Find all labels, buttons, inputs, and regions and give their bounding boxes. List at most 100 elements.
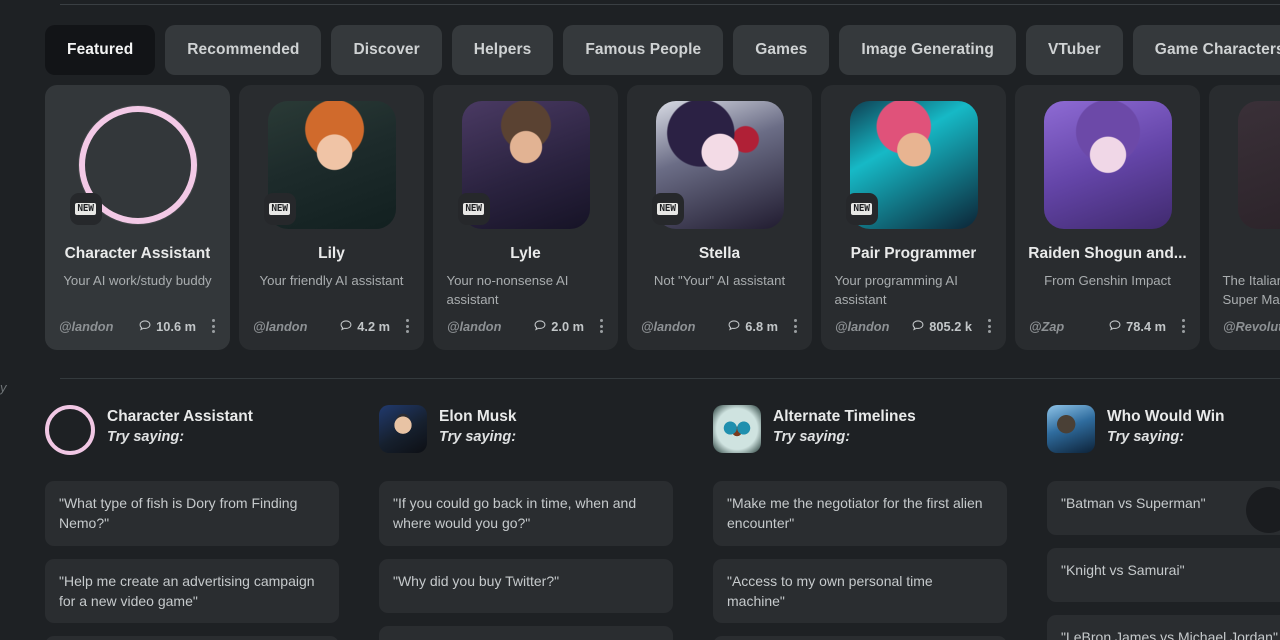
card-title: Character Assistant bbox=[64, 245, 211, 262]
card-chat-count: 6.8 m bbox=[745, 318, 778, 334]
card-chat-stats: 805.2 k bbox=[911, 318, 996, 334]
chat-bubble-icon bbox=[139, 320, 151, 331]
character-card[interactable]: SM64The Italian plumber from Super Mario… bbox=[1209, 85, 1280, 350]
card-author[interactable]: @landon bbox=[59, 319, 113, 334]
category-tab[interactable]: VTuber bbox=[1025, 25, 1123, 75]
avatar bbox=[1043, 101, 1172, 229]
card-chat-count: 78.4 m bbox=[1126, 318, 1166, 334]
suggestion-prompt[interactable]: "Access to my own personal time machine" bbox=[713, 558, 1007, 624]
suggestion-list: "Make me the negotiator for the first al… bbox=[713, 481, 1007, 640]
category-tab[interactable]: Recommended bbox=[165, 25, 322, 75]
card-menu-button[interactable] bbox=[788, 318, 802, 334]
character-card[interactable]: NEW Character Assistant Your AI work/study… bbox=[45, 85, 230, 350]
card-footer: @landon 805.2 k bbox=[835, 318, 996, 334]
suggestion-columns: Character Assistant Try saying: "What type… bbox=[45, 405, 1280, 640]
edge-clipped-text: y bbox=[0, 380, 7, 395]
category-tab[interactable]: Helpers bbox=[451, 25, 554, 75]
suggestion-prompt[interactable]: "What type of fish is Dory from Finding … bbox=[45, 481, 339, 546]
character-card[interactable]: NEW Pair Programmer Your programming AI as… bbox=[821, 85, 1006, 350]
suggestion-meta: Who Would Win Try saying: bbox=[1107, 405, 1225, 445]
suggestion-prompt[interactable]: "Knight vs Samurai" bbox=[1047, 548, 1280, 602]
card-avatar-wrap bbox=[1237, 101, 1280, 229]
card-chat-stats: 4.2 m bbox=[339, 318, 414, 334]
suggestion-list: "Batman vs Superman" "Knight vs Samurai" "… bbox=[1047, 481, 1280, 640]
card-footer: @landon 2.0 m bbox=[447, 318, 608, 334]
suggestion-avatar[interactable] bbox=[713, 405, 761, 453]
suggestion-prompt[interactable]: "Help me create an advertising campaign … bbox=[45, 558, 339, 624]
suggestion-header: Elon Musk Try saying: bbox=[379, 405, 673, 465]
card-title: Stella bbox=[698, 245, 741, 262]
card-author[interactable]: @landon bbox=[253, 319, 307, 334]
card-chat-stats: 2.0 m bbox=[533, 318, 608, 334]
card-avatar-wrap: NEW bbox=[845, 101, 978, 229]
card-author[interactable]: @landon bbox=[641, 319, 695, 334]
card-avatar-wrap: NEW bbox=[69, 101, 202, 229]
character-card[interactable]: NEW Stella Not "Your" AI assistant @landon 6… bbox=[627, 85, 812, 350]
featured-card-strip: NEW Character Assistant Your AI work/study… bbox=[45, 85, 1280, 350]
suggestion-header: Who Would Win Try saying: bbox=[1047, 405, 1280, 465]
suggestion-avatar[interactable] bbox=[45, 405, 95, 455]
category-tab[interactable]: Image Generating bbox=[839, 25, 1016, 75]
suggestion-character-name: Alternate Timelines bbox=[773, 408, 916, 425]
category-tab-label: Image Generating bbox=[861, 41, 994, 58]
suggestion-prompt[interactable]: "If you could go back in time, when and … bbox=[379, 481, 673, 546]
character-card[interactable]: NEW Lily Your friendly AI assistant @landon… bbox=[239, 85, 424, 350]
new-badge-label: NEW bbox=[75, 203, 96, 215]
card-title: Raiden Shogun and... bbox=[1028, 245, 1187, 262]
card-avatar-wrap: NEW bbox=[651, 101, 784, 229]
suggestion-prompt[interactable]: "LeBron James vs Michael Jordan" bbox=[1047, 615, 1280, 640]
suggestion-list: "If you could go back in time, when and … bbox=[379, 481, 673, 640]
card-author[interactable]: @Zap bbox=[1029, 319, 1064, 334]
chat-bubble-icon bbox=[1109, 320, 1121, 331]
chat-bubble-icon bbox=[340, 320, 352, 331]
new-badge-label: NEW bbox=[657, 203, 678, 215]
suggestion-column: Who Would Win Try saying: "Batman vs Super… bbox=[1047, 405, 1280, 640]
card-chat-count: 4.2 m bbox=[357, 318, 390, 334]
category-tab[interactable]: Discover bbox=[331, 25, 442, 75]
section-divider bbox=[60, 378, 1280, 379]
card-chat-stats: 10.6 m bbox=[138, 318, 220, 334]
category-tab-label: Famous People bbox=[585, 41, 702, 58]
suggestion-prompt[interactable]: "Can you help me decide between the Macb… bbox=[45, 636, 339, 640]
category-tab[interactable]: Games bbox=[733, 25, 830, 75]
new-badge: NEW bbox=[845, 193, 878, 225]
card-menu-button[interactable] bbox=[594, 318, 608, 334]
card-menu-button[interactable] bbox=[206, 318, 220, 334]
card-menu-button[interactable] bbox=[400, 318, 414, 334]
card-subtitle: Not "Your" AI assistant bbox=[653, 273, 786, 288]
new-badge: NEW bbox=[457, 193, 490, 225]
category-tab[interactable]: Featured bbox=[45, 25, 156, 75]
suggestion-character-name: Character Assistant bbox=[107, 408, 253, 425]
new-badge-label: NEW bbox=[269, 203, 290, 215]
suggestion-meta: Character Assistant Try saying: bbox=[107, 405, 253, 445]
category-tab[interactable]: Game Characters bbox=[1132, 25, 1280, 75]
category-tab[interactable]: Famous People bbox=[563, 25, 724, 75]
suggestion-prompt[interactable]: "Why did you buy Twitter?" bbox=[379, 558, 673, 613]
card-author[interactable]: @landon bbox=[835, 319, 889, 334]
card-title: Lyle bbox=[510, 245, 541, 262]
suggestion-avatar[interactable] bbox=[379, 405, 427, 453]
try-saying-label: Try saying: bbox=[107, 429, 185, 445]
suggestion-prompt[interactable]: "What if I invented a portal gun?" bbox=[713, 636, 1007, 640]
suggestion-prompt[interactable]: "Make me the negotiator for the first al… bbox=[713, 481, 1007, 546]
card-chat-stats: 78.4 m bbox=[1108, 318, 1190, 334]
card-footer: @landon 6.8 m bbox=[641, 318, 802, 334]
card-menu-button[interactable] bbox=[1176, 318, 1190, 334]
new-badge-label: NEW bbox=[463, 203, 484, 215]
suggestion-prompt[interactable]: "What do you think about Jeff Bezo's Blu… bbox=[379, 625, 673, 640]
card-subtitle: Your AI work/study buddy bbox=[63, 273, 212, 288]
chat-bubble-icon bbox=[912, 320, 924, 331]
card-subtitle: From Genshin Impact bbox=[1044, 273, 1171, 288]
character-card[interactable]: NEW Lyle Your no-nonsense AI assistant @lan… bbox=[433, 85, 618, 350]
chat-bubble-icon bbox=[534, 320, 546, 331]
suggestion-list: "What type of fish is Dory from Finding … bbox=[45, 481, 339, 640]
suggestion-avatar[interactable] bbox=[1047, 405, 1095, 453]
card-footer: @landon 10.6 m bbox=[59, 318, 220, 334]
suggestion-column: Elon Musk Try saying: "If you could go bac… bbox=[379, 405, 673, 640]
character-card[interactable]: Raiden Shogun and... From Genshin Impact @… bbox=[1015, 85, 1200, 350]
suggestion-meta: Alternate Timelines Try saying: bbox=[773, 405, 916, 445]
card-author[interactable]: @landon bbox=[447, 319, 501, 334]
category-tab-label: Recommended bbox=[187, 41, 300, 58]
card-menu-button[interactable] bbox=[982, 318, 996, 334]
card-author[interactable]: @Revolution64 bbox=[1223, 319, 1280, 334]
